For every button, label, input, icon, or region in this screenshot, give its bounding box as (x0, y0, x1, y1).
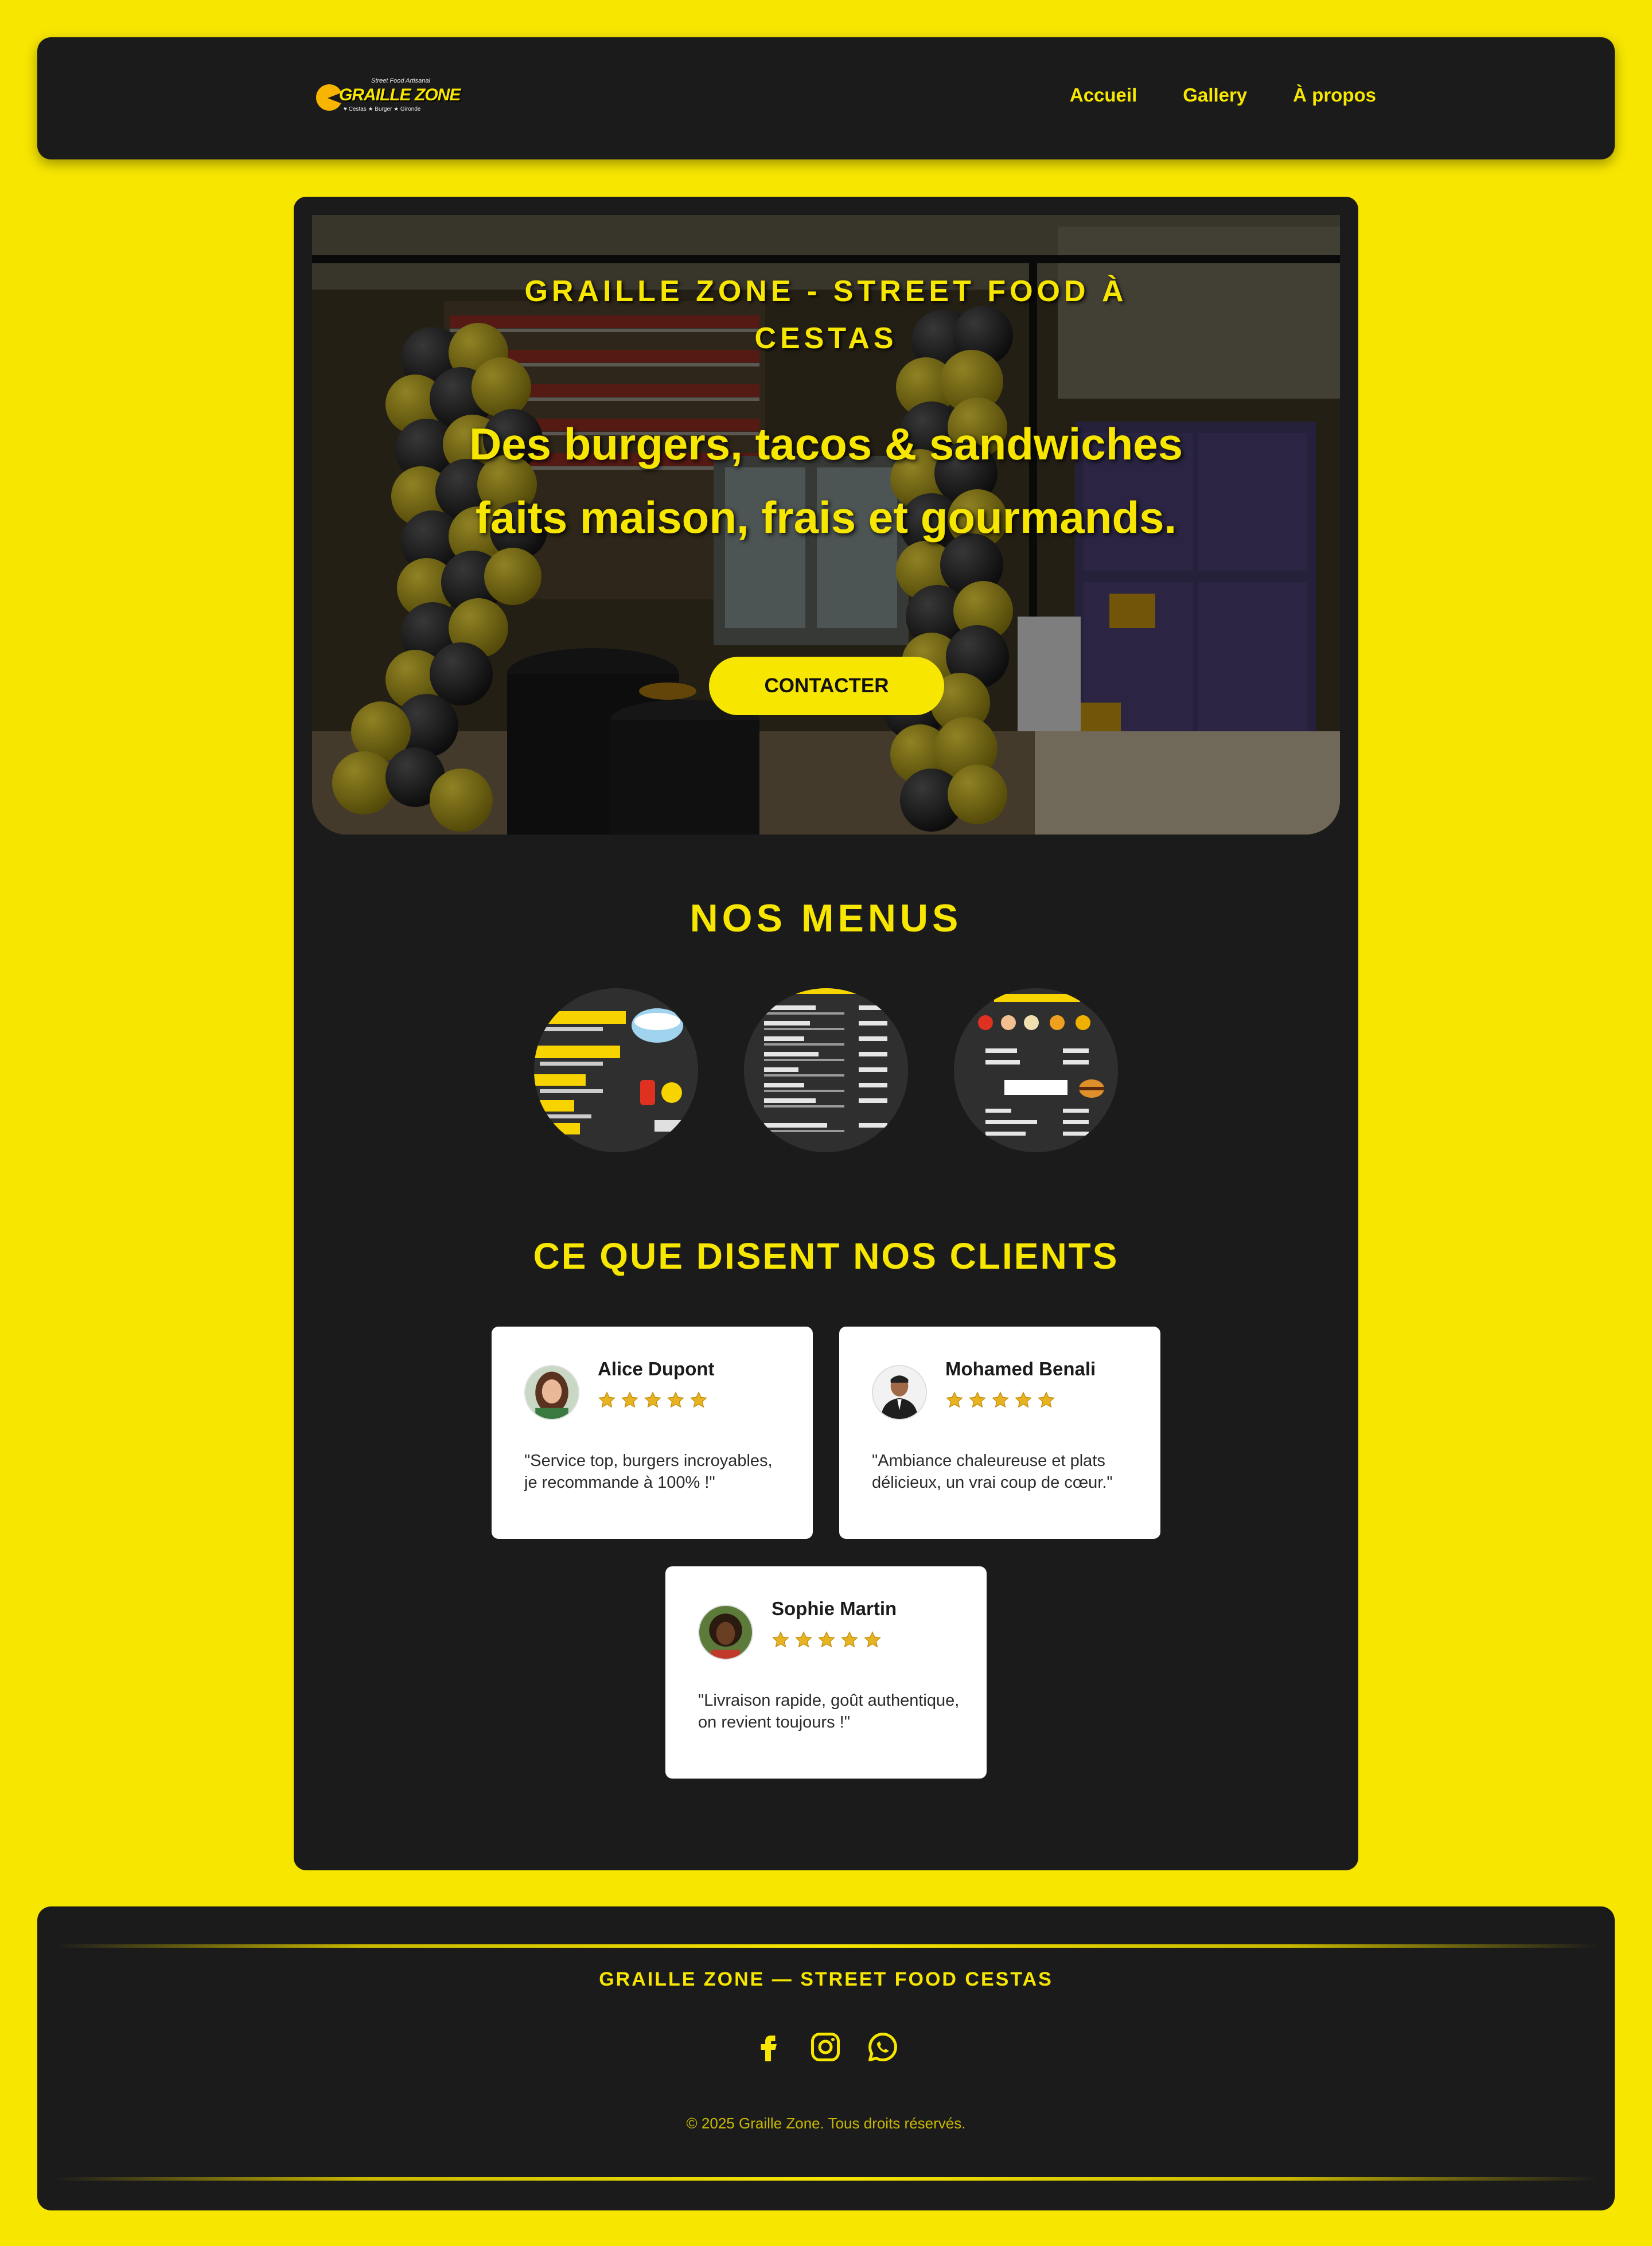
avatar (524, 1365, 579, 1420)
reviewer-name: Sophie Martin (772, 1598, 897, 1619)
testimonials-title: CE QUE DISENT NOS CLIENTS (533, 1235, 1119, 1277)
star-icon (644, 1391, 661, 1408)
testimonial-card: Sophie Martin "Livraison rapide, goût au… (665, 1566, 987, 1779)
menu-thai-curry-icon[interactable] (534, 988, 698, 1152)
star-icon (690, 1391, 707, 1408)
avatar (698, 1605, 753, 1660)
star-icon (969, 1391, 986, 1408)
whatsapp-icon[interactable] (866, 2030, 900, 2064)
star-icon (598, 1391, 615, 1408)
star-icon (1038, 1391, 1055, 1408)
footer-title: GRAILLE ZONE — STREET FOOD CESTAS (599, 1968, 1053, 1990)
facebook-icon[interactable] (751, 2030, 785, 2064)
footer-divider-bottom (54, 2177, 1598, 2181)
copyright-text: © 2025 Graille Zone. Tous droits réservé… (686, 2115, 966, 2132)
review-text: "Service top, burgers incroyables, je re… (524, 1452, 773, 1492)
menu-burger-cheese-icon[interactable] (954, 988, 1118, 1152)
reviewer-name: Mohamed Benali (945, 1358, 1096, 1379)
star-icon (621, 1391, 638, 1408)
star-icon (772, 1631, 789, 1648)
testimonial-card: Mohamed Benali "Ambiance chaleureuse et … (839, 1327, 1160, 1539)
star-icon (841, 1631, 858, 1648)
brand-tagline: Street Food Artisanal (371, 77, 430, 84)
reviewer-name: Alice Dupont (598, 1358, 715, 1379)
testimonial-card: Alice Dupont "Service top, burgers incro… (492, 1327, 813, 1539)
star-rating (772, 1631, 882, 1649)
brand-sub: ♥ Cestas ★ Burger ★ Gironde (344, 106, 421, 112)
review-text: "Ambiance chaleureuse et plats délicieux… (872, 1452, 1113, 1492)
star-icon (1015, 1391, 1032, 1408)
main-content: GRAILLE ZONE - STREET FOOD À CESTAS Des … (294, 197, 1358, 1870)
hero-title: GRAILLE ZONE - STREET FOOD À CESTAS (524, 275, 1128, 355)
star-icon (992, 1391, 1009, 1408)
instagram-icon[interactable] (808, 2030, 843, 2064)
site-header: Street Food Artisanal GRAILLE ZONE ♥ Ces… (37, 37, 1615, 159)
star-icon (946, 1391, 963, 1408)
hero-subtitle: Des burgers, tacos & sandwiches faits ma… (469, 419, 1183, 543)
menu-tacos-list-icon[interactable] (744, 988, 908, 1152)
nav-link-a-propos[interactable]: À propos (1293, 84, 1376, 106)
star-icon (667, 1391, 684, 1408)
nav-link-gallery[interactable]: Gallery (1183, 84, 1247, 106)
contact-button[interactable]: CONTACTER (709, 657, 944, 715)
brand-logo[interactable]: Street Food Artisanal GRAILLE ZONE ♥ Ces… (316, 77, 461, 116)
brand-name: GRAILLE ZONE (339, 85, 461, 104)
social-links (751, 2030, 900, 2064)
star-rating (945, 1391, 1055, 1409)
review-text: "Livraison rapide, goût authentique, on … (698, 1691, 960, 1732)
menus-title: NOS MENUS (689, 896, 963, 940)
star-rating (598, 1391, 708, 1409)
hero-section: GRAILLE ZONE - STREET FOOD À CESTAS Des … (312, 215, 1340, 835)
footer-divider-top (54, 1944, 1598, 1948)
star-icon (818, 1631, 835, 1648)
star-icon (795, 1631, 812, 1648)
nav-link-accueil[interactable]: Accueil (1070, 84, 1137, 106)
avatar (872, 1365, 927, 1420)
site-footer: GRAILLE ZONE — STREET FOOD CESTAS © 2025… (37, 1906, 1615, 2210)
main-nav: Accueil Gallery À propos (1070, 84, 1376, 106)
star-icon (864, 1631, 881, 1648)
